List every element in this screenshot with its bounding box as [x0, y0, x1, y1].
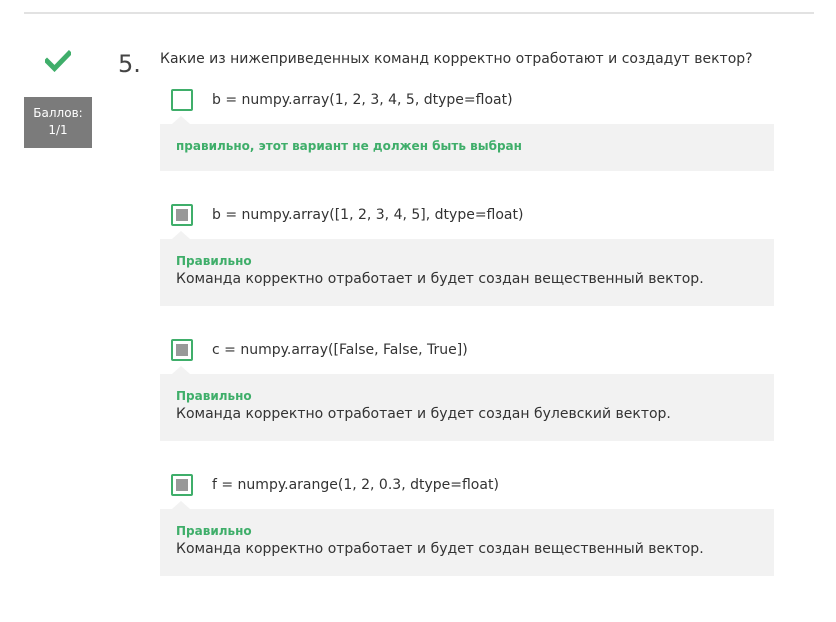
feedback-title: Правильно [176, 524, 252, 538]
feedback-title: правильно, этот вариант не должен быть в… [176, 139, 522, 153]
option-checkbox[interactable] [171, 89, 193, 111]
check-icon [45, 50, 71, 72]
answer-option: f = numpy.arange(1, 2, 0.3, dtype=float)… [160, 474, 774, 576]
answer-option: b = numpy.array(1, 2, 3, 4, 5, dtype=flo… [160, 89, 774, 171]
feedback-text: Команда корректно отработает и будет соз… [176, 406, 671, 422]
option-label: b = numpy.array(1, 2, 3, 4, 5, dtype=flo… [212, 92, 513, 108]
option-checkbox[interactable] [171, 339, 193, 361]
feedback-title: Правильно [176, 254, 252, 268]
option-row: b = numpy.array(1, 2, 3, 4, 5, dtype=flo… [160, 89, 774, 117]
score-label: Баллов: [33, 106, 83, 120]
top-divider [24, 12, 814, 14]
option-feedback: Правильно Команда корректно отработает и… [160, 366, 774, 441]
feedback-text: Команда корректно отработает и будет соз… [176, 271, 704, 287]
score-badge: Баллов: 1/1 [24, 97, 92, 148]
option-feedback: Правильно Команда корректно отработает и… [160, 231, 774, 306]
option-row: f = numpy.arange(1, 2, 0.3, dtype=float) [160, 474, 774, 502]
question-text: Какие из нижеприведенных команд корректн… [160, 51, 753, 67]
option-row: b = numpy.array([1, 2, 3, 4, 5], dtype=f… [160, 204, 774, 232]
option-feedback: правильно, этот вариант не должен быть в… [160, 116, 774, 171]
option-checkbox[interactable] [171, 474, 193, 496]
option-label: b = numpy.array([1, 2, 3, 4, 5], dtype=f… [212, 207, 524, 223]
feedback-title: Правильно [176, 389, 252, 403]
option-label: c = numpy.array([False, False, True]) [212, 342, 468, 358]
option-label: f = numpy.arange(1, 2, 0.3, dtype=float) [212, 477, 499, 493]
answer-option: b = numpy.array([1, 2, 3, 4, 5], dtype=f… [160, 204, 774, 306]
feedback-text: Команда корректно отработает и будет соз… [176, 541, 704, 557]
answer-option: c = numpy.array([False, False, True]) Пр… [160, 339, 774, 441]
score-value: 1/1 [48, 123, 68, 137]
option-feedback: Правильно Команда корректно отработает и… [160, 501, 774, 576]
option-row: c = numpy.array([False, False, True]) [160, 339, 774, 367]
question-number: 5. [118, 50, 141, 78]
option-checkbox[interactable] [171, 204, 193, 226]
